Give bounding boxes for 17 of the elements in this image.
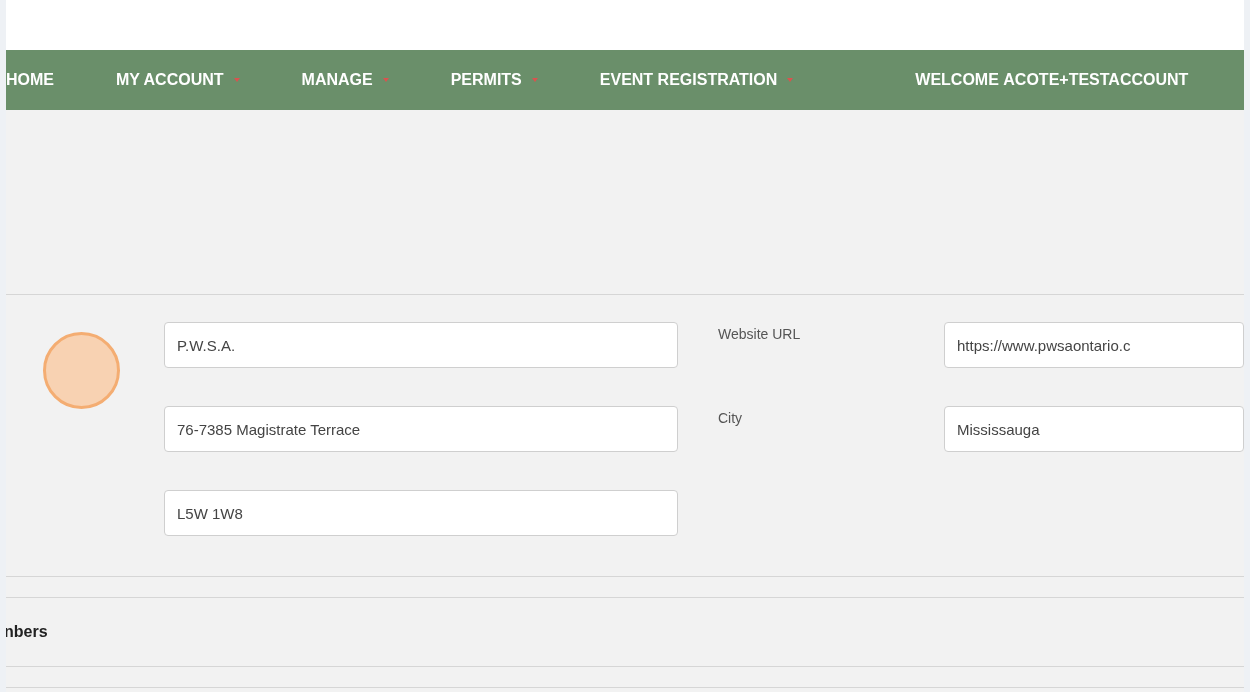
text-field[interactable]: https://www.pwsaontario.c <box>944 322 1244 368</box>
caret-icon <box>233 78 240 82</box>
nav-link[interactable]: EVENT REGISTRATION <box>599 68 794 92</box>
text-field[interactable]: L5W 1W8 <box>164 490 678 536</box>
text-field[interactable]: 76-7385 Magistrate Terrace <box>164 406 678 452</box>
field-label: City <box>718 409 744 428</box>
nav-link[interactable]: MY ACCOUNT <box>116 68 240 92</box>
text-field[interactable]: Mississauga <box>944 406 1244 452</box>
nav-link[interactable]: PERMITS <box>450 68 538 92</box>
nav-link[interactable]: MANAGE <box>301 68 389 92</box>
caret-icon <box>531 78 538 82</box>
nav-link[interactable]: HOME <box>6 68 54 92</box>
field-label: Website URL <box>718 325 802 344</box>
text-field[interactable]: P.W.S.A. <box>164 322 678 368</box>
caret-icon <box>382 78 389 82</box>
welcome-text: WELCOME ACOTE+TESTACCOUNT <box>915 70 1189 90</box>
caret-icon <box>787 78 794 82</box>
